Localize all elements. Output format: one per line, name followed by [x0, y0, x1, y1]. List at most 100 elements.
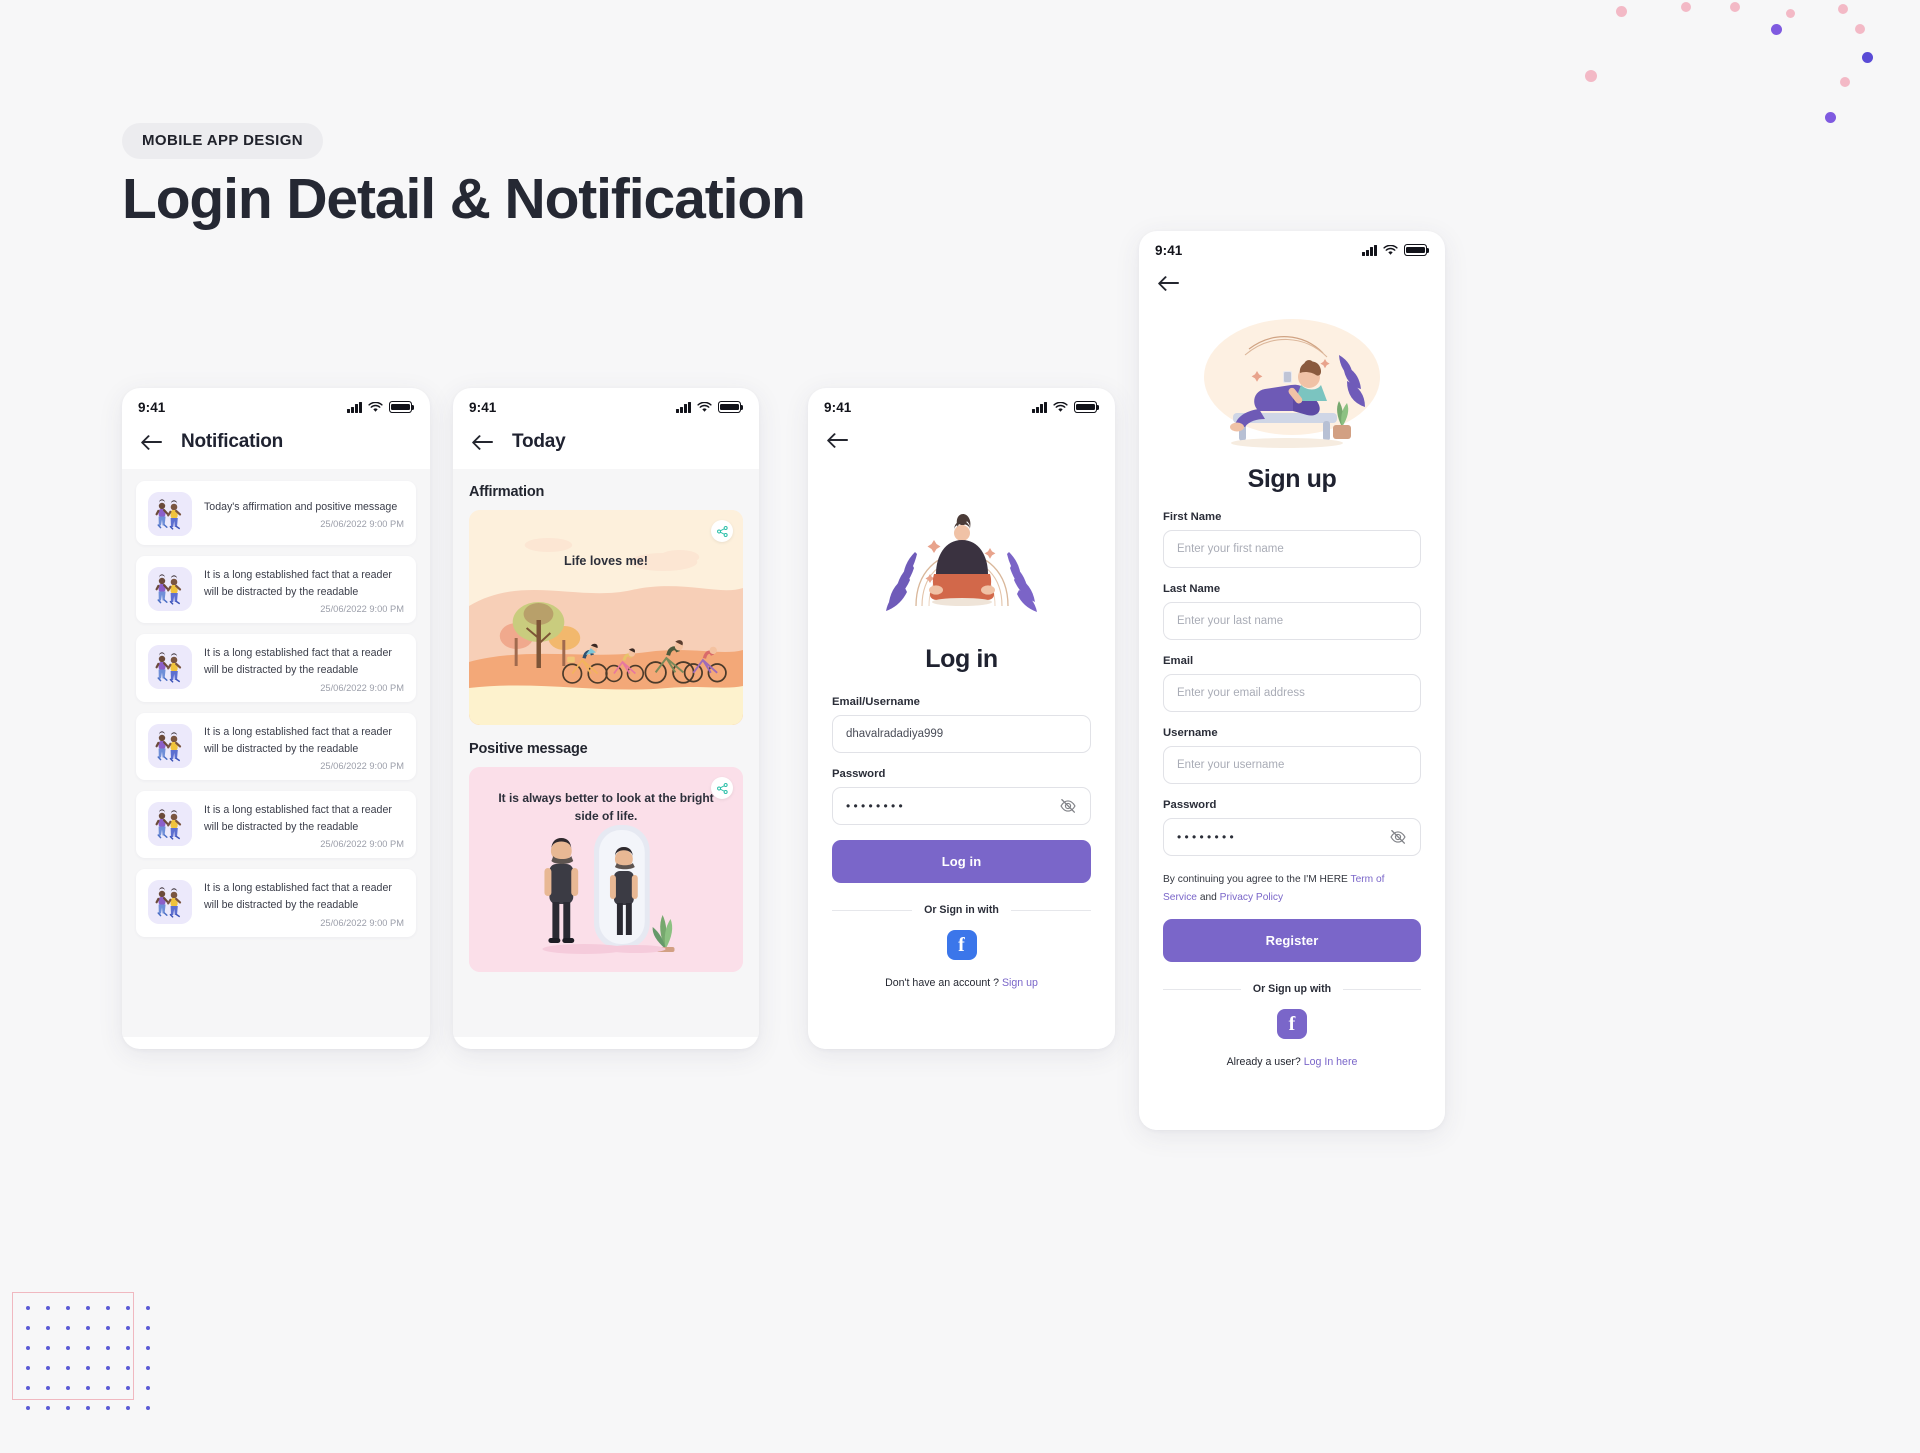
screen-title: Notification	[181, 431, 284, 452]
divider-line-left	[1163, 988, 1241, 990]
notification-item[interactable]: It is a long established fact that a rea…	[136, 712, 416, 780]
notification-body: It is a long established fact that a rea…	[204, 880, 404, 927]
notification-timestamp: 25/06/2022 9:00 PM	[320, 760, 404, 771]
eye-off-icon[interactable]	[1059, 797, 1077, 815]
terms-and: and	[1199, 891, 1217, 903]
input-username[interactable]	[1177, 759, 1407, 771]
or-label: Or Sign up with	[1252, 983, 1332, 996]
notification-thumbnail-icon	[148, 492, 192, 536]
field-email[interactable]	[1163, 674, 1421, 712]
terms-text: By continuing you agree to the I'M HERE …	[1163, 871, 1421, 906]
email-input[interactable]	[846, 728, 1077, 740]
password-value: ••••••••	[846, 799, 907, 813]
field-last-name[interactable]	[1163, 602, 1421, 640]
field-label: Password	[1163, 799, 1217, 811]
login-button[interactable]: Log in	[832, 840, 1091, 883]
battery-icon	[389, 401, 415, 413]
status-bar: 9:41	[808, 388, 1115, 426]
cyclists-illustration	[469, 510, 743, 725]
notification-thumbnail-icon	[148, 801, 192, 846]
facebook-icon-button[interactable]: f	[946, 930, 977, 960]
back-arrow-icon[interactable]	[1159, 274, 1181, 292]
field-label: Username	[1163, 727, 1218, 739]
status-bar: 9:41	[453, 388, 759, 426]
notification-thumbnail-icon	[148, 880, 192, 925]
register-button[interactable]: Register	[1163, 919, 1421, 963]
signup-form: Sign up First Name Last Name Email Username…	[1139, 312, 1445, 1130]
login-link[interactable]: Log In here	[1304, 1056, 1358, 1068]
notification-body: It is a long established fact that a rea…	[204, 645, 404, 692]
notification-text: Today's affirmation and positive message	[204, 500, 398, 513]
app-bar-signup	[1139, 269, 1445, 308]
divider-line-left	[832, 909, 913, 911]
divider-line-right	[1010, 909, 1091, 911]
screen-title: Today	[512, 431, 566, 452]
notification-body: Today's affirmation and positive message…	[204, 499, 404, 529]
back-arrow-icon[interactable]	[142, 433, 164, 451]
field-label: Last Name	[1163, 583, 1221, 595]
notification-body: It is a long established fact that a rea…	[204, 724, 404, 771]
affirmation-heading: Affirmation	[469, 484, 545, 500]
divider-line-right	[1343, 988, 1421, 990]
affirmation-card[interactable]: Life loves me!	[469, 510, 743, 725]
status-bar: 9:41	[1139, 231, 1445, 269]
today-content: Affirmation Life loves me! Positive mess…	[453, 469, 759, 1037]
wifi-icon	[697, 401, 712, 412]
status-time: 9:41	[469, 399, 497, 415]
category-badge: MOBILE APP DESIGN	[122, 123, 323, 159]
notification-text: It is a long established fact that a rea…	[204, 882, 392, 912]
privacy-policy-link[interactable]: Privacy Policy	[1220, 892, 1283, 903]
input-email[interactable]	[1177, 687, 1407, 699]
input-last-name[interactable]	[1177, 615, 1407, 627]
cellular-signal-icon	[347, 401, 362, 413]
notification-thumbnail-icon	[148, 567, 192, 611]
notification-item[interactable]: It is a long established fact that a rea…	[136, 556, 416, 624]
email-field[interactable]	[832, 715, 1091, 753]
meditation-illustration	[832, 473, 1091, 633]
wifi-icon	[1383, 244, 1398, 255]
status-time: 9:41	[824, 399, 852, 415]
status-time: 9:41	[1155, 242, 1183, 258]
field-username[interactable]	[1163, 746, 1421, 784]
app-bar-today: Today	[453, 426, 759, 469]
back-arrow-icon[interactable]	[473, 433, 495, 451]
app-bar-login	[808, 426, 1115, 465]
positive-message-quote: It is always better to look at the brigh…	[498, 791, 714, 823]
share-icon[interactable]	[711, 777, 733, 799]
notification-item[interactable]: It is a long established fact that a rea…	[136, 869, 416, 937]
back-arrow-icon[interactable]	[828, 431, 850, 449]
field-password[interactable]: ••••••••	[1163, 818, 1421, 856]
field-first-name[interactable]	[1163, 530, 1421, 568]
wifi-icon	[1053, 401, 1068, 412]
relaxing-illustration	[1163, 312, 1421, 457]
password-value: ••••••••	[1177, 830, 1238, 844]
battery-icon	[1404, 244, 1430, 256]
notification-item[interactable]: Today's affirmation and positive message…	[136, 481, 416, 545]
notification-timestamp: 25/06/2022 9:00 PM	[320, 604, 404, 615]
status-time: 9:41	[138, 399, 166, 415]
share-icon[interactable]	[711, 520, 733, 542]
email-label: Email/Username	[832, 696, 920, 708]
facebook-icon-button[interactable]: f	[1277, 1009, 1307, 1040]
input-first-name[interactable]	[1177, 543, 1407, 555]
notification-item[interactable]: It is a long established fact that a rea…	[136, 634, 416, 702]
signup-link[interactable]: Sign up	[1002, 977, 1038, 989]
notification-list[interactable]: Today's affirmation and positive message…	[122, 469, 430, 1037]
footer-text: Don't have an account ?	[885, 977, 1000, 989]
positive-message-card[interactable]: It is always better to look at the brigh…	[469, 767, 743, 972]
notification-text: It is a long established fact that a rea…	[204, 647, 392, 677]
password-field[interactable]: ••••••••	[832, 787, 1091, 825]
signup-title: Sign up	[1247, 465, 1337, 493]
notification-thumbnail-icon	[148, 723, 192, 768]
notification-timestamp: 25/06/2022 9:00 PM	[320, 917, 404, 928]
phone-screen-login: 9:41 Log in Email/Username dhavalradadiy…	[808, 388, 1115, 1049]
affirmation-quote: Life loves me!	[564, 554, 648, 568]
page-title: Login Detail & Notification	[122, 167, 806, 231]
eye-off-icon[interactable]	[1389, 828, 1407, 846]
status-bar: 9:41	[122, 388, 430, 426]
notification-timestamp: 25/06/2022 9:00 PM	[320, 519, 404, 530]
notification-item[interactable]: It is a long established fact that a rea…	[136, 790, 416, 859]
password-label: Password	[832, 768, 886, 780]
signup-footer: Already a user? Log In here	[1163, 1056, 1421, 1068]
notification-text: It is a long established fact that a rea…	[204, 569, 392, 599]
